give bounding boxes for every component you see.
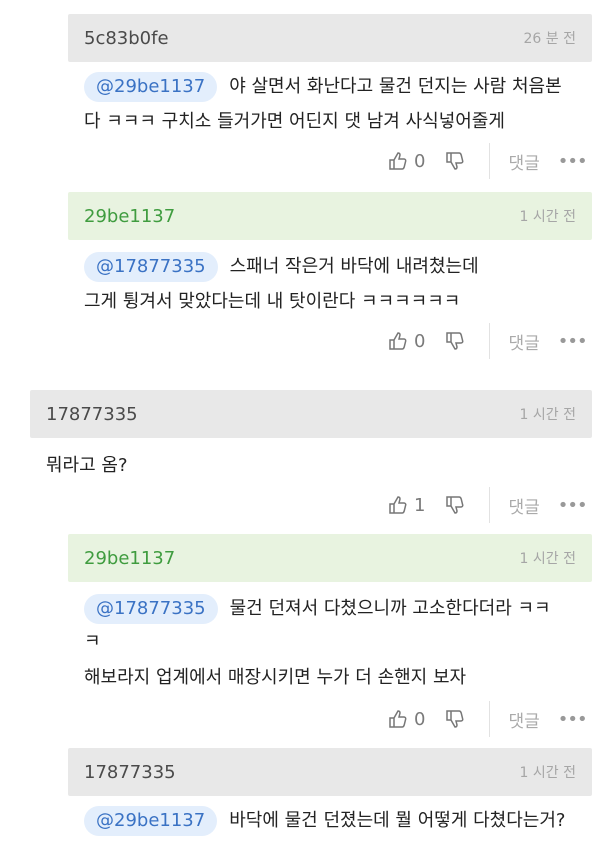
- thumbs-up-icon: [389, 332, 407, 350]
- dislike-button[interactable]: [445, 151, 465, 171]
- comment-actions: 1 댓글 •••: [388, 487, 588, 523]
- mention-tag[interactable]: @29be1137: [84, 72, 218, 102]
- comment-header: 5c83b0fe 26 분 전: [68, 14, 592, 62]
- comment-time: 1 시간 전: [519, 551, 576, 567]
- comment-actions: 0 댓글 •••: [388, 143, 588, 179]
- comment-line: @17877335 물건 던져서 다쳤으니까 고소한다더라 ㅋㅋ: [84, 594, 551, 624]
- reply-button[interactable]: 댓글: [508, 707, 539, 732]
- comment-header: 17877335 1 시간 전: [30, 390, 592, 438]
- thumbs-down-icon: [446, 332, 464, 350]
- like-count: 0: [414, 330, 426, 352]
- reply-button[interactable]: 댓글: [508, 329, 539, 354]
- like-button[interactable]: 0: [388, 151, 425, 172]
- like-count: 0: [414, 150, 426, 172]
- like-count: 1: [414, 494, 426, 516]
- comment-header: 17877335 1 시간 전: [68, 748, 592, 796]
- more-dots-icon[interactable]: •••: [558, 495, 588, 516]
- thumbs-down-icon: [446, 152, 464, 170]
- like-button[interactable]: 0: [388, 331, 425, 352]
- comment-line: @29be1137 바닥에 물건 던졌는데 뭘 어떻게 다쳤다는거?: [84, 806, 565, 836]
- like-count: 0: [414, 708, 426, 730]
- comment-author[interactable]: 17877335: [46, 404, 138, 425]
- comment-header: 29be1137 1 시간 전: [68, 192, 592, 240]
- comment-time: 1 시간 전: [519, 407, 576, 423]
- comment-line: @29be1137 야 살면서 화난다고 물건 던지는 사람 처음본: [84, 72, 562, 102]
- comment-time: 26 분 전: [523, 31, 576, 47]
- action-divider: [489, 487, 491, 523]
- more-dots-icon[interactable]: •••: [558, 709, 588, 730]
- comment-author[interactable]: 5c83b0fe: [84, 28, 169, 49]
- mention-tag[interactable]: @29be1137: [84, 806, 218, 836]
- thumbs-down-icon: [446, 496, 464, 514]
- like-button[interactable]: 1: [388, 495, 425, 516]
- action-divider: [489, 701, 491, 737]
- comment-line: 뭐라고 옴?: [46, 455, 128, 476]
- dislike-button[interactable]: [445, 495, 465, 515]
- thumbs-up-icon: [389, 710, 407, 728]
- more-dots-icon[interactable]: •••: [558, 331, 588, 352]
- comment-actions: 0 댓글 •••: [388, 323, 588, 359]
- thumbs-up-icon: [389, 152, 407, 170]
- reply-button[interactable]: 댓글: [508, 149, 539, 174]
- comment-header: 29be1137 1 시간 전: [68, 534, 592, 582]
- comment-line: 해보라지 업계에서 매장시키면 누가 더 손핸지 보자: [84, 667, 467, 688]
- thumbs-down-icon: [446, 710, 464, 728]
- comment-author[interactable]: 29be1137: [84, 548, 175, 569]
- comment-time: 1 시간 전: [519, 209, 576, 225]
- comment-line: ㅋ: [84, 631, 101, 652]
- reply-button[interactable]: 댓글: [508, 493, 539, 518]
- comment-time: 1 시간 전: [519, 765, 576, 781]
- mention-tag[interactable]: @17877335: [84, 594, 218, 624]
- comment-line: 다 ㅋㅋㅋ 구치소 들거가면 어딘지 댓 남겨 사식넣어줄게: [84, 111, 505, 132]
- comment-actions: 0 댓글 •••: [388, 701, 588, 737]
- comment-author[interactable]: 17877335: [84, 762, 176, 783]
- like-button[interactable]: 0: [388, 709, 425, 730]
- thumbs-up-icon: [389, 496, 407, 514]
- comment-text: 스패너 작은거 바닥에 내려쳤는데: [229, 256, 479, 277]
- action-divider: [489, 323, 491, 359]
- comment-text: 바닥에 물건 던졌는데 뭘 어떻게 다쳤다는거?: [229, 810, 566, 831]
- mention-tag[interactable]: @17877335: [84, 252, 218, 282]
- more-dots-icon[interactable]: •••: [558, 151, 588, 172]
- comment-text: 야 살면서 화난다고 물건 던지는 사람 처음본: [229, 76, 562, 97]
- comment-text: 물건 던져서 다쳤으니까 고소한다더라 ㅋㅋ: [229, 598, 551, 619]
- action-divider: [489, 143, 491, 179]
- comment-author[interactable]: 29be1137: [84, 206, 175, 227]
- comment-line: @17877335 스패너 작은거 바닥에 내려쳤는데: [84, 252, 479, 282]
- comment-line: 그게 튕겨서 맞았다는데 내 탓이란다 ㅋㅋㅋㅋㅋㅋ: [84, 291, 461, 312]
- dislike-button[interactable]: [445, 709, 465, 729]
- dislike-button[interactable]: [445, 331, 465, 351]
